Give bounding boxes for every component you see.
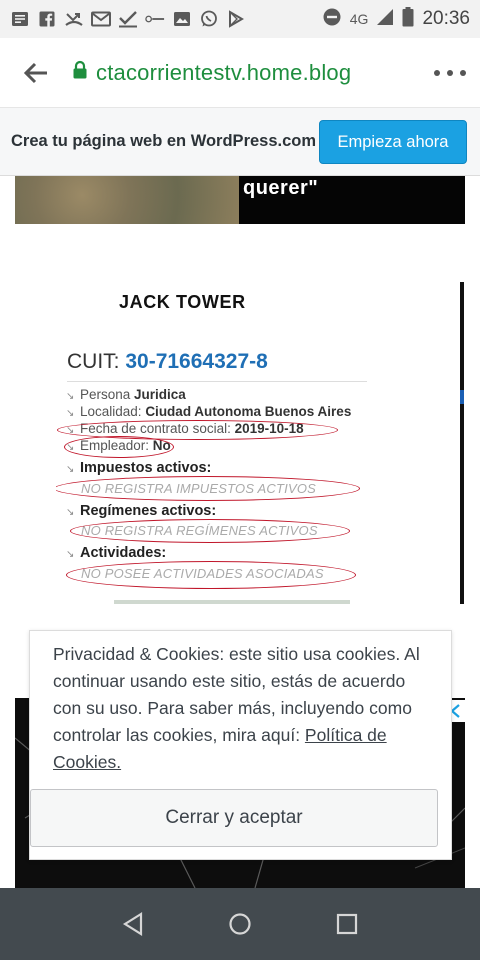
cuit-label: CUIT: bbox=[67, 350, 126, 373]
bullet-arrow-icon: ↘ bbox=[66, 391, 75, 402]
row-value: Ciudad Autonoma Buenos Aires bbox=[145, 404, 352, 419]
browser-menu-button[interactable] bbox=[420, 38, 480, 108]
back-triangle-icon bbox=[123, 912, 143, 936]
highlight-ellipse-empleador bbox=[64, 436, 174, 458]
cookie-consent-banner: Privacidad & Cookies: este sitio usa coo… bbox=[29, 630, 452, 860]
row-localidad: ↘ Localidad: Ciudad Autonoma Buenos Aires bbox=[66, 404, 351, 419]
bullet-arrow-icon: ↘ bbox=[66, 507, 75, 518]
image-scrollbar-strip bbox=[114, 600, 350, 604]
highlight-ellipse-impuestos bbox=[56, 476, 360, 501]
url-text: ctacorrientestv.home.blog bbox=[96, 59, 352, 85]
divider bbox=[67, 381, 367, 382]
row-label: Persona bbox=[80, 387, 135, 402]
highlight-ellipse-actividades bbox=[66, 561, 356, 589]
lock-icon bbox=[72, 60, 88, 85]
clock: 20:36 bbox=[422, 8, 470, 29]
battery-icon bbox=[402, 6, 414, 32]
browser-toolbar: ctacorrientestv.home.blog bbox=[0, 38, 480, 108]
system-status: 4G 20:36 bbox=[322, 6, 470, 32]
heading-actividades: ↘ Actividades: bbox=[66, 545, 166, 561]
image-edge bbox=[460, 282, 464, 604]
home-circle-icon bbox=[229, 913, 251, 935]
nav-recents-button[interactable] bbox=[327, 904, 367, 944]
whatsapp-icon bbox=[199, 10, 219, 28]
image-caption: querer" bbox=[243, 177, 319, 199]
highlight-ellipse-regimenes bbox=[70, 519, 350, 543]
bullet-arrow-icon: ↘ bbox=[66, 408, 75, 419]
recents-square-icon bbox=[336, 913, 357, 935]
status-bar: 4G 20:36 bbox=[0, 0, 480, 38]
more-horizontal-icon bbox=[434, 69, 466, 76]
wordpress-banner-text: Crea tu página web en WordPress.com bbox=[11, 132, 317, 150]
play-store-icon bbox=[226, 10, 246, 28]
heading-regimenes: ↘ Regímenes activos: bbox=[66, 503, 216, 519]
gmail-icon bbox=[91, 10, 111, 28]
nav-back-button[interactable] bbox=[113, 904, 153, 944]
network-type: 4G bbox=[349, 11, 369, 27]
section-heading: Regímenes activos: bbox=[80, 503, 217, 519]
cuit-number: 30-71664327-8 bbox=[125, 350, 268, 373]
image-icon bbox=[172, 10, 192, 28]
newspaper-icon bbox=[10, 10, 30, 28]
cookie-text: Privacidad & Cookies: este sitio usa coo… bbox=[53, 641, 438, 776]
nav-home-button[interactable] bbox=[220, 904, 260, 944]
wordpress-banner: Crea tu página web en WordPress.com Empi… bbox=[0, 108, 480, 176]
address-bar[interactable]: ctacorrientestv.home.blog bbox=[72, 60, 420, 86]
do-not-disturb-icon bbox=[322, 7, 342, 32]
row-value: Juridica bbox=[134, 387, 186, 402]
facebook-icon bbox=[37, 10, 57, 28]
notification-icons bbox=[10, 10, 246, 28]
bullet-arrow-icon: ↘ bbox=[66, 464, 75, 475]
signal-icon bbox=[376, 8, 394, 31]
missed-call-icon bbox=[64, 10, 84, 28]
company-name: JACK TOWER bbox=[119, 292, 246, 312]
afip-record-image: JACK TOWER CUIT: 30-71664327-8 ↘ Persona … bbox=[56, 270, 464, 606]
start-now-button[interactable]: Empieza ahora bbox=[319, 120, 467, 164]
phone-screen: 4G 20:36 ctacorrientestv.home.blog Crea … bbox=[0, 0, 480, 960]
section-heading: Actividades: bbox=[80, 545, 167, 561]
section-heading: Impuestos activos: bbox=[80, 460, 212, 476]
app-logo-icon bbox=[145, 10, 165, 28]
row-label: Localidad: bbox=[80, 404, 146, 419]
heading-impuestos: ↘ Impuestos activos: bbox=[66, 460, 211, 476]
row-persona: ↘ Persona Juridica bbox=[66, 387, 186, 402]
system-nav-bar bbox=[0, 888, 480, 960]
back-button[interactable] bbox=[0, 38, 72, 108]
bullet-arrow-icon: ↘ bbox=[66, 549, 75, 560]
cuit-line: CUIT: 30-71664327-8 bbox=[67, 350, 268, 374]
article-image-top: querer" bbox=[15, 176, 465, 224]
image-edge-mark bbox=[460, 390, 464, 404]
close-and-accept-button[interactable]: Cerrar y aceptar bbox=[30, 789, 438, 847]
check-icon bbox=[118, 10, 138, 28]
ground-photo bbox=[15, 176, 239, 224]
arrow-left-icon bbox=[23, 62, 47, 83]
